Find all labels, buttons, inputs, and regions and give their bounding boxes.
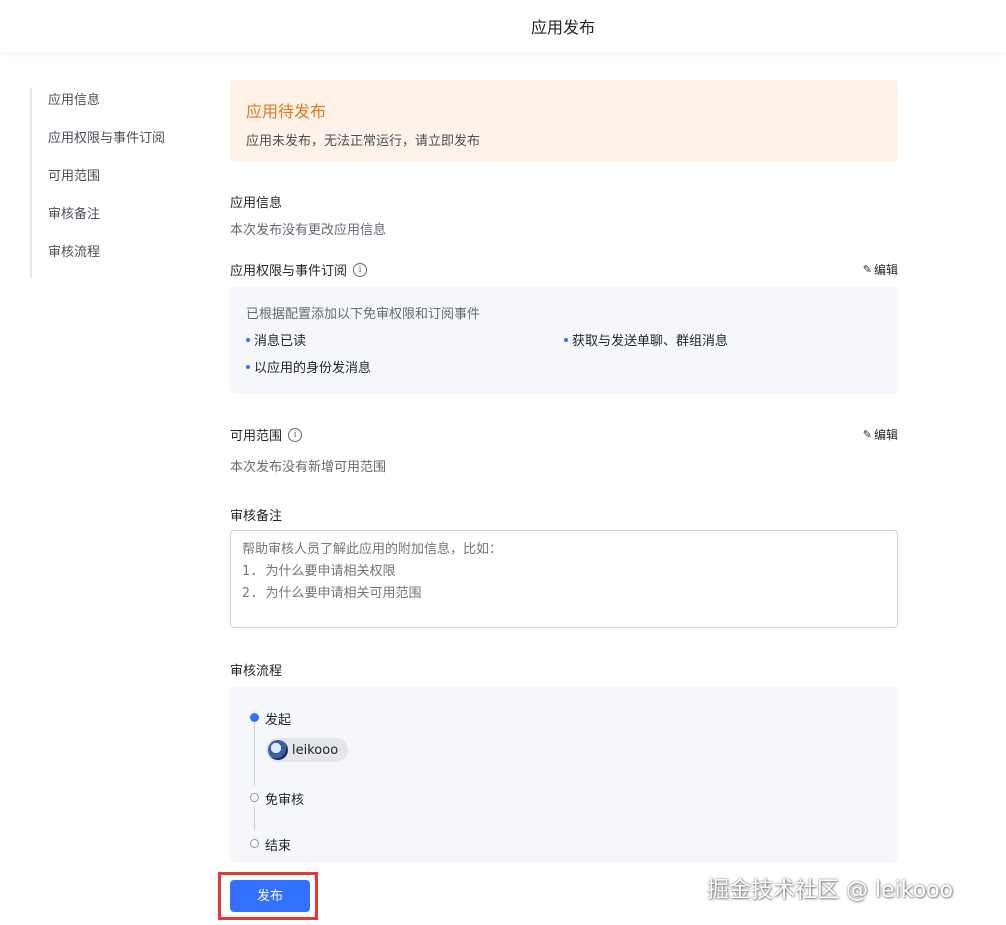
flow-connector — [254, 723, 255, 785]
scope-section: 可用范围 i ✎ 编辑 本次发布没有新增可用范围 — [230, 425, 898, 475]
user-name: leikooo — [292, 742, 339, 758]
permissions-box-desc: 已根据配置添加以下免审权限和订阅事件 — [246, 307, 481, 322]
main-content: 应用待发布 应用未发布，无法正常运行，请立即发布 应用信息 本次发布没有更改应用… — [230, 80, 898, 863]
review-flow-title: 审核流程 — [230, 664, 283, 679]
app-info-desc: 本次发布没有更改应用信息 — [230, 223, 387, 238]
edit-label: 编辑 — [873, 263, 898, 277]
page-title: 应用发布 — [530, 18, 595, 37]
permission-item: 获取与发送单聊、群组消息 — [564, 330, 882, 349]
scope-desc: 本次发布没有新增可用范围 — [230, 460, 387, 475]
review-note-title: 审核备注 — [230, 509, 283, 524]
info-icon[interactable]: i — [353, 262, 368, 277]
permissions-box: 已根据配置添加以下免审权限和订阅事件 消息已读 获取与发送单聊、群组消息 以应用… — [230, 287, 898, 393]
bullet-icon — [564, 337, 568, 342]
flow-step-auto: 免审核 — [265, 793, 305, 808]
bullet-icon — [246, 337, 250, 342]
banner-title: 应用待发布 — [246, 102, 327, 121]
nav-item-review-note[interactable]: 审核备注 — [32, 202, 165, 240]
nav-item-scope[interactable]: 可用范围 — [32, 164, 165, 202]
nav-item-review-flow[interactable]: 审核流程 — [32, 240, 165, 278]
flow-connector — [254, 807, 255, 831]
nav-item-app-info[interactable]: 应用信息 — [32, 88, 165, 126]
step-pending-dot-icon — [250, 793, 259, 802]
top-header: 应用发布 — [0, 0, 1006, 52]
review-note-input[interactable] — [230, 530, 898, 628]
scope-edit-button[interactable]: ✎ 编辑 — [863, 426, 898, 443]
info-icon[interactable]: i — [288, 427, 303, 442]
permission-item: 消息已读 — [246, 330, 564, 349]
bullet-icon — [246, 364, 250, 369]
permissions-section: 应用权限与事件订阅 i ✎ 编辑 已根据配置添加以下免审权限和订阅事件 消息已读… — [230, 260, 898, 393]
watermark: 掘金技术社区 @ leikooo — [707, 878, 954, 903]
pending-banner: 应用待发布 应用未发布，无法正常运行，请立即发布 — [230, 80, 898, 162]
permission-item: 以应用的身份发消息 — [246, 357, 564, 376]
permissions-edit-button[interactable]: ✎ 编辑 — [863, 261, 898, 278]
section-nav: 应用信息 应用权限与事件订阅 可用范围 审核备注 审核流程 — [30, 88, 165, 278]
step-pending-dot-icon — [250, 839, 259, 848]
flow-step-start: 发起 — [265, 713, 292, 728]
edit-label: 编辑 — [873, 428, 898, 442]
review-flow-section: 审核流程 发起 leikooo 免审核 结束 — [230, 660, 898, 863]
pencil-icon: ✎ — [862, 428, 872, 441]
user-chip: leikooo — [266, 738, 349, 762]
banner-desc: 应用未发布，无法正常运行，请立即发布 — [246, 134, 481, 149]
pencil-icon: ✎ — [862, 263, 872, 276]
app-info-section: 应用信息 本次发布没有更改应用信息 — [230, 192, 898, 238]
review-note-section: 审核备注 — [230, 505, 898, 632]
flow-step-end: 结束 — [265, 839, 292, 854]
publish-button[interactable]: 发布 — [230, 880, 310, 912]
nav-item-permissions[interactable]: 应用权限与事件订阅 — [32, 126, 165, 164]
avatar — [268, 740, 288, 760]
app-info-title: 应用信息 — [230, 196, 283, 211]
scope-title: 可用范围 — [230, 429, 283, 444]
permissions-title: 应用权限与事件订阅 — [230, 264, 348, 279]
review-flow-box: 发起 leikooo 免审核 结束 — [230, 687, 898, 863]
step-active-dot-icon — [250, 713, 259, 722]
